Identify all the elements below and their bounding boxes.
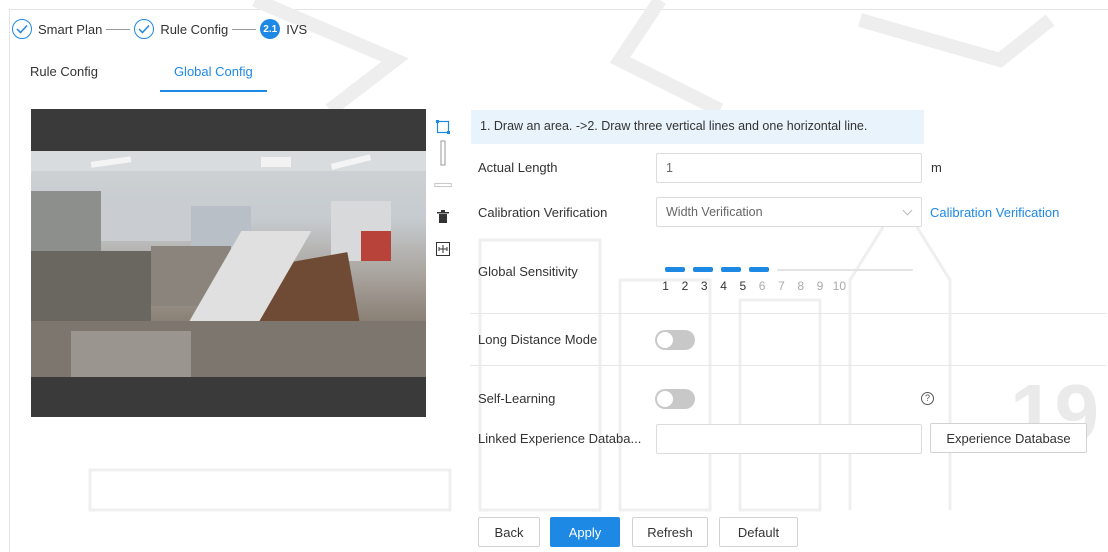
horizontal-line-icon[interactable] (434, 176, 452, 194)
step-label: Smart Plan (38, 21, 103, 37)
tick-label: 5 (739, 279, 747, 293)
tab-global-config[interactable]: Global Config (159, 64, 267, 92)
apply-button[interactable]: Apply (550, 517, 620, 547)
global-sensitivity-label: Global Sensitivity (478, 264, 578, 279)
tick-label: 8 (797, 279, 805, 293)
drawing-toolbar (434, 118, 454, 272)
tick-label: 2 (681, 279, 689, 293)
video-preview[interactable] (31, 109, 426, 417)
refresh-button[interactable]: Refresh (632, 517, 708, 547)
linked-experience-database-input[interactable] (656, 424, 922, 454)
tick-label: 6 (758, 279, 766, 293)
global-sensitivity-slider[interactable] (665, 267, 915, 273)
actual-length-input[interactable]: 1 (656, 153, 922, 183)
linked-experience-database-label: Linked Experience Databa... (478, 431, 642, 446)
calibration-verification-label: Calibration Verification (478, 205, 608, 220)
check-icon (12, 19, 32, 39)
calibration-icon[interactable] (434, 240, 452, 258)
calibration-verification-link[interactable]: Calibration Verification (930, 205, 1059, 220)
tick-label: 1 (662, 279, 669, 293)
step-ivs[interactable]: 2.1 IVS (260, 19, 307, 39)
vertical-line-icon[interactable] (434, 140, 452, 166)
step-connector (106, 28, 131, 30)
experience-database-button[interactable]: Experience Database (930, 423, 1087, 453)
self-learning-toggle[interactable] (655, 389, 695, 409)
step-rule-config[interactable]: Rule Config (134, 19, 228, 39)
step-badge: 2.1 (260, 19, 281, 39)
step-label: Rule Config (160, 21, 229, 37)
tick-label: 3 (700, 279, 708, 293)
default-button[interactable]: Default (719, 517, 798, 547)
check-icon (134, 19, 155, 39)
instruction-hint: 1. Draw an area. ->2. Draw three vertica… (471, 110, 924, 144)
tick-label: 7 (778, 279, 785, 293)
step-connector (232, 28, 257, 30)
tick-label: 10 (832, 279, 846, 293)
step-smart-plan[interactable]: Smart Plan (12, 19, 102, 39)
chevron-down-icon (902, 205, 913, 216)
delete-icon[interactable] (434, 208, 452, 226)
sensitivity-ticks: 1 2 3 4 5 6 7 8 9 10 (656, 279, 849, 293)
self-learning-label: Self-Learning (478, 391, 556, 406)
step-label: IVS (286, 21, 308, 37)
wizard-stepper: Smart Plan Rule Config 2.1 IVS (12, 18, 307, 40)
divider (470, 365, 1107, 366)
long-distance-mode-toggle[interactable] (655, 330, 695, 350)
camera-scene (31, 151, 426, 377)
back-button[interactable]: Back (478, 517, 540, 547)
divider (470, 313, 1107, 314)
tick-label: 4 (720, 279, 727, 293)
actual-length-label: Actual Length (478, 160, 558, 175)
tick-label: 9 (816, 279, 824, 293)
actual-length-unit: m (931, 160, 942, 175)
calibration-verification-select[interactable]: Width Verification (656, 197, 922, 227)
tab-rule-config[interactable]: Rule Config (30, 64, 98, 92)
draw-area-icon[interactable] (434, 118, 452, 136)
config-tabs: Rule Config Global Config (30, 64, 267, 92)
help-icon[interactable]: ? (921, 392, 934, 405)
long-distance-mode-label: Long Distance Mode (478, 332, 598, 347)
calibration-select-value: Width Verification (666, 205, 763, 219)
